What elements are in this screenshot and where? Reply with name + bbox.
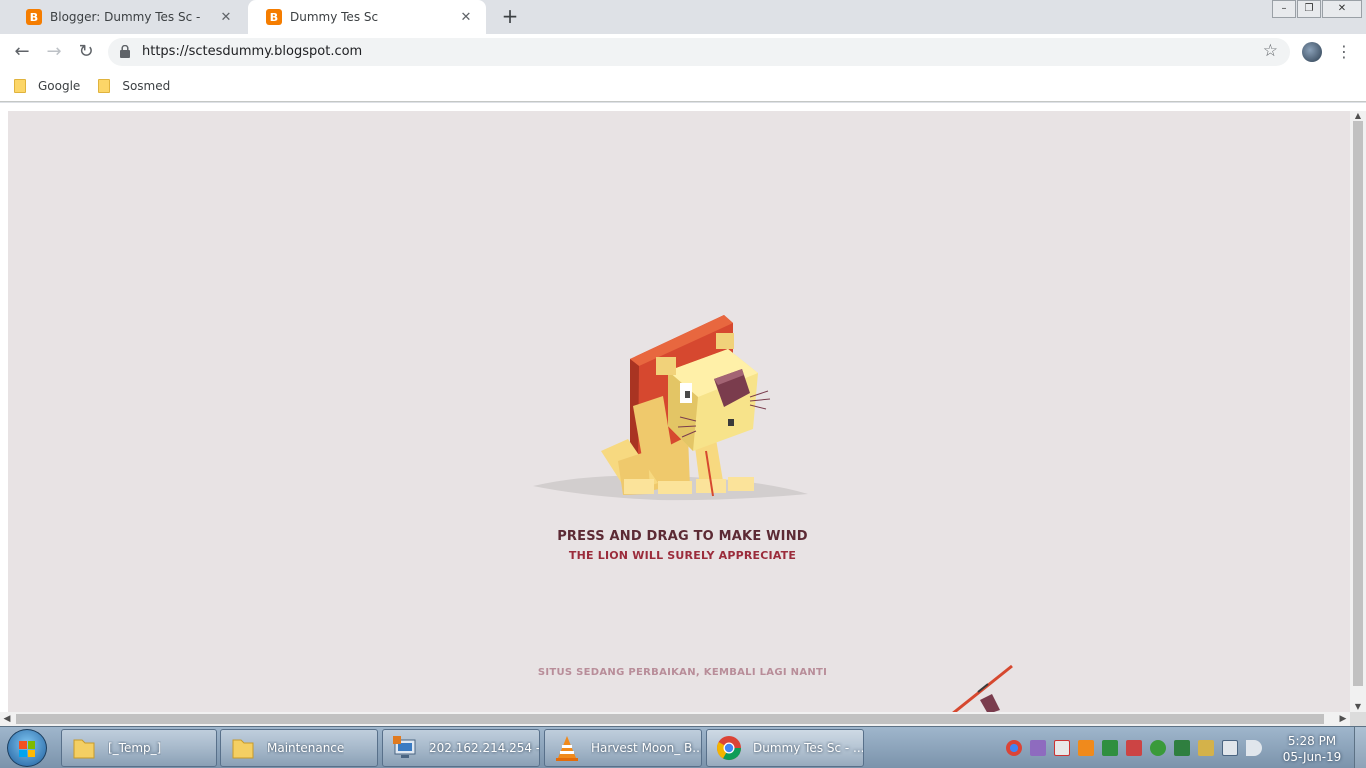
tab-title: Blogger: Dummy Tes Sc - <box>50 10 201 24</box>
taskbar-item-remote-desktop[interactable]: 202.162.214.254 - ... <box>382 729 540 767</box>
headline-text: PRESS AND DRAG TO MAKE WIND <box>557 529 808 544</box>
start-button[interactable] <box>7 729 47 767</box>
taskbar-item-label: [_Temp_] <box>108 741 162 755</box>
taskbar-item-label: Dummy Tes Sc - ... <box>753 741 863 755</box>
volume-tray-icon[interactable] <box>1246 740 1262 756</box>
page-canvas[interactable]: PRESS AND DRAG TO MAKE WIND THE LION WIL… <box>8 111 1350 712</box>
taskbar-item-label: 202.162.214.254 - ... <box>429 741 539 755</box>
clock-time: 5:28 PM <box>1287 734 1337 748</box>
scroll-left-icon[interactable]: ◀ <box>0 712 14 726</box>
browser-toolbar: ← → ↻ https://sctesdummy.blogspot.com ☆ … <box>0 34 1366 70</box>
page-top-margin <box>0 103 1366 111</box>
fan-handle-illustration[interactable] <box>948 664 1028 712</box>
close-icon[interactable]: ✕ <box>218 10 234 25</box>
taskbar-item-maintenance[interactable]: Maintenance <box>220 729 378 767</box>
system-tray <box>1006 727 1270 768</box>
chrome-tray-icon[interactable] <box>1006 740 1022 756</box>
feather-tray-icon[interactable] <box>1030 740 1046 756</box>
taskbar-clock[interactable]: 5:28 PM 05-Jun-19 <box>1276 733 1348 765</box>
vlc-tray-icon[interactable] <box>1078 740 1094 756</box>
page-left-margin <box>0 103 8 712</box>
horizontal-scrollbar[interactable]: ◀ ▶ <box>0 712 1350 726</box>
lock-icon <box>120 45 130 58</box>
close-window-button[interactable]: ✕ <box>1322 0 1362 18</box>
window-controls: – ❐ ✕ <box>1271 0 1362 18</box>
new-tab-button[interactable]: + <box>498 4 522 28</box>
taskbar-item-temp[interactable]: [_Temp_] <box>61 729 217 767</box>
bookmark-label: Google <box>38 78 81 93</box>
url-text[interactable]: https://sctesdummy.blogspot.com <box>142 44 362 59</box>
bookmark-google[interactable]: Google <box>14 78 81 93</box>
chrome-icon <box>717 736 741 761</box>
profile-avatar[interactable] <box>1302 42 1322 62</box>
taskbar-item-label: Harvest Moon_ B... <box>591 741 701 755</box>
shield-alert-tray-icon[interactable] <box>1054 740 1070 756</box>
tab-strip: B Blogger: Dummy Tes Sc - ✕ B Dummy Tes … <box>0 0 1366 34</box>
vlc-icon <box>556 736 578 761</box>
check-tray-icon[interactable] <box>1150 740 1166 756</box>
scrollbar-corner <box>1350 712 1366 726</box>
bookmark-label: Sosmed <box>122 78 171 93</box>
bookmark-sosmed[interactable]: Sosmed <box>98 78 171 93</box>
tab-title: Dummy Tes Sc <box>290 10 379 24</box>
taskbar-item-label: Maintenance <box>267 741 345 755</box>
taskbar-item-chrome[interactable]: Dummy Tes Sc - ... <box>706 729 864 767</box>
scroll-up-icon[interactable]: ▲ <box>1350 111 1366 121</box>
tab-blogger[interactable]: B Blogger: Dummy Tes Sc - ✕ <box>8 0 246 34</box>
maintenance-notice: SITUS SEDANG PERBAIKAN, KEMBALI LAGI NAN… <box>537 667 828 678</box>
taskbar-item-vlc[interactable]: Harvest Moon_ B... <box>544 729 702 767</box>
windows-taskbar: [_Temp_] Maintenance 202.162.214.254 - .… <box>0 726 1366 768</box>
scroll-down-icon[interactable]: ▼ <box>1350 702 1366 712</box>
address-bar[interactable]: https://sctesdummy.blogspot.com ☆ <box>108 38 1290 66</box>
excel-tray-icon[interactable] <box>1102 740 1118 756</box>
restore-button[interactable]: ❐ <box>1297 0 1321 18</box>
clock-date: 05-Jun-19 <box>1282 750 1342 764</box>
scroll-right-icon[interactable]: ▶ <box>1336 712 1350 726</box>
scroll-thumb[interactable] <box>1353 121 1363 686</box>
reload-icon[interactable]: ↻ <box>74 40 98 64</box>
show-desktop-button[interactable] <box>1354 727 1366 768</box>
folder-icon <box>232 739 254 759</box>
remote-desktop-icon <box>393 736 416 758</box>
network-tool-tray-icon[interactable] <box>1126 740 1142 756</box>
security-shield-tray-icon[interactable] <box>1198 740 1214 756</box>
blogger-icon: B <box>266 9 282 25</box>
scroll-thumb[interactable] <box>16 714 1324 724</box>
forward-arrow-icon[interactable]: → <box>42 40 66 64</box>
vertical-scrollbar[interactable]: ▲ ▼ <box>1350 111 1366 712</box>
back-arrow-icon[interactable]: ← <box>10 40 34 64</box>
close-icon[interactable]: ✕ <box>458 10 474 25</box>
folder-icon <box>98 78 111 93</box>
minimize-button[interactable]: – <box>1272 0 1296 18</box>
folder-icon <box>14 78 26 93</box>
voxel-lion-illustration[interactable] <box>528 311 818 511</box>
windows-logo-icon <box>19 741 35 757</box>
tab-dummy-tes-sc[interactable]: B Dummy Tes Sc ✕ <box>248 0 486 34</box>
subline-text: THE LION WILL SURELY APPRECIATE <box>568 549 797 562</box>
network-tray-icon[interactable] <box>1222 740 1238 756</box>
kebab-menu-icon[interactable]: ⋮ <box>1336 40 1352 64</box>
bookmark-star-icon[interactable]: ☆ <box>1263 41 1278 61</box>
sync-tray-icon[interactable] <box>1174 740 1190 756</box>
bookmarks-bar: Google Sosmed <box>0 70 1366 102</box>
blogger-icon: B <box>26 9 42 25</box>
folder-icon <box>73 739 95 759</box>
